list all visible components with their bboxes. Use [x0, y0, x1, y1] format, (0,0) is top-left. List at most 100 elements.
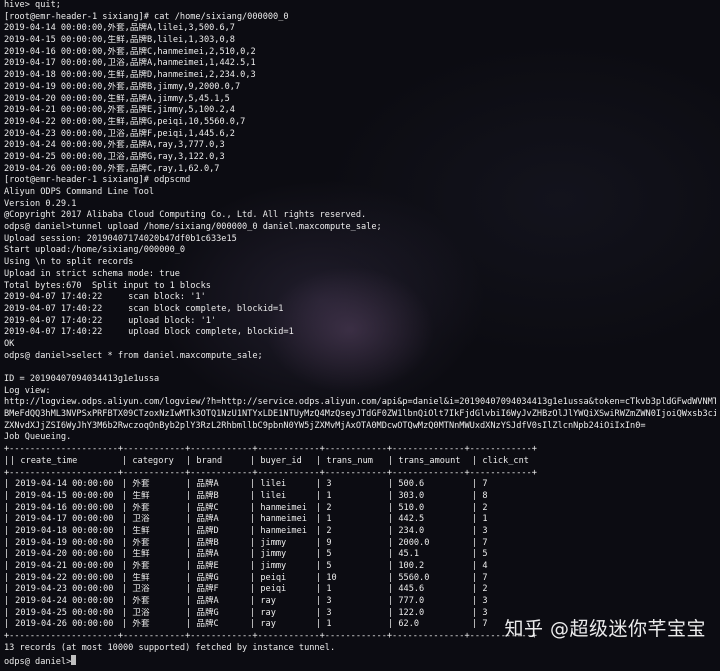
output-line: odps@ daniel>select * from daniel.maxcom…: [4, 350, 263, 361]
table-cell: 2019-04-21 00:00:00: [10, 561, 114, 571]
output-line: odps@ daniel>tunnel upload /home/sixiang…: [4, 222, 382, 233]
table-cell: | 3: [472, 596, 488, 607]
table-row: | 2019-04-20 00:00:00 | 生鲜 | 品牌A | jimmy | 5…: [4, 549, 716, 561]
output-line: @Copyright 2017 Alibaba Cloud Computing …: [4, 210, 367, 221]
table-cell: | hanmeimei: [250, 502, 307, 513]
table-cell: | 5: [472, 549, 488, 560]
table-cell: | jimmy: [250, 561, 287, 571]
table-cell: | 品牌A: [186, 596, 219, 607]
table-cell: | 品牌C: [186, 502, 219, 513]
table-cell: 2019-04-20 00:00:00: [10, 549, 114, 560]
table-cell: | ray: [250, 619, 276, 630]
output-line: OK: [4, 338, 15, 349]
table-cell: | jimmy: [250, 549, 287, 560]
table-cell: | 2: [316, 502, 332, 513]
table-cell: | 3: [316, 479, 332, 490]
table-cell: | 10: [316, 572, 337, 583]
header-click-cnt: | click_cnt: [472, 455, 529, 466]
header-category: | category: [122, 455, 174, 466]
table-cell: | 5: [316, 561, 332, 571]
output-line: Total bytes:670 Split input to 1 blocks: [4, 280, 211, 291]
table-cell: | 45.1: [388, 549, 420, 560]
table-cell: | 品牌C: [186, 619, 219, 630]
output-line: 2019-04-26 00:00:00,外套,品牌C,ray,1,62.0,7: [4, 163, 220, 174]
table-cell: | 3: [472, 525, 488, 536]
table-cell: | 3: [316, 607, 332, 618]
output-line: http://logview.odps.aliyun.com/logview/?…: [4, 397, 716, 408]
table-cell: 2019-04-22 00:00:00: [10, 572, 114, 583]
table-cell: 2019-04-25 00:00:00: [10, 607, 114, 618]
output-line: 13 records (at most 10000 supported) fet…: [4, 642, 336, 653]
table-row: | 2019-04-17 00:00:00 | 卫浴 | 品牌A | hanmeime…: [4, 514, 716, 526]
table-cell: | jimmy: [250, 537, 287, 548]
output-line: 2019-04-07 17:40:22 scan block complete,…: [4, 303, 284, 314]
output-line: 2019-04-19 00:00:00,外套,品牌B,jimmy,9,2000.…: [4, 81, 241, 92]
table-cell: | 卫浴: [122, 607, 150, 618]
output-after-table: 13 records (at most 10000 supported) fet…: [4, 643, 716, 655]
table-cell: | 生鲜: [122, 572, 150, 583]
table-row: | 2019-04-18 00:00:00 | 生鲜 | 品牌D | hanmeime…: [4, 526, 716, 538]
table-cell: | 2000.0: [388, 537, 430, 548]
table-cell: | 品牌B: [186, 490, 219, 501]
terminal-window[interactable]: hive> quit; [root@emr-header-1 sixiang]# …: [0, 0, 720, 671]
table-row: | 2019-04-19 00:00:00 | 外套 | 品牌B | jimmy | 9…: [4, 538, 716, 550]
table-cell: | 生鲜: [122, 525, 150, 536]
table-cell: | 外套: [122, 596, 150, 607]
output-line: 2019-04-14 00:00:00,外套,品牌A,lilei,3,500.6…: [4, 23, 235, 34]
output-line: 2019-04-20 00:00:00,生鲜,品牌A,jimmy,5,45.1,…: [4, 93, 230, 104]
table-cell: 2019-04-15 00:00:00: [10, 490, 114, 501]
table-cell: | ray: [250, 607, 276, 618]
table-row: | 2019-04-22 00:00:00 | 生鲜 | 品牌G | peiqi | 1…: [4, 573, 716, 585]
output-line: Version 0.29.1: [4, 198, 77, 209]
table-cell: | 122.0: [388, 607, 425, 618]
output-line: [root@emr-header-1 sixiang]# cat /home/s…: [4, 11, 289, 22]
table-cell: | 外套: [122, 537, 150, 548]
table-row: | 2019-04-15 00:00:00 | 生鲜 | 品牌B | lilei | 1…: [4, 491, 716, 503]
output-line: 2019-04-07 17:40:22 scan block: '1': [4, 292, 206, 303]
watermark-text: 知乎 @超级迷你芊宝宝: [504, 618, 706, 640]
output-line: Using \n to split records: [4, 257, 134, 268]
table-cell: | 234.0: [388, 525, 425, 536]
table-row: | 2019-04-21 00:00:00 | 外套 | 品牌E | jimmy | 5…: [4, 561, 716, 573]
table-cell: | peiqi: [250, 572, 287, 583]
output-before-table: hive> quit; [root@emr-header-1 sixiang]# …: [4, 0, 716, 444]
output-line: 2019-04-07 17:40:22 upload block: '1': [4, 315, 217, 326]
output-line: [root@emr-header-1 sixiang]# odpscmd: [4, 175, 191, 186]
table-cell: 2019-04-23 00:00:00: [10, 584, 114, 595]
table-border-top: +---------------------+------------+----…: [4, 444, 537, 455]
table-cell: | 3: [316, 596, 332, 607]
table-cell: | 7: [472, 572, 488, 583]
output-line: 2019-04-07 17:40:22 upload block complet…: [4, 327, 294, 338]
table-row: | 2019-04-14 00:00:00 | 外套 | 品牌A | lilei | 3…: [4, 479, 716, 491]
table-header-row: | | create_time | category | brand | buy…: [4, 456, 716, 468]
table-cell: | peiqi: [250, 584, 287, 595]
table-cell: | 8: [472, 490, 488, 501]
table-body: | 2019-04-14 00:00:00 | 外套 | 品牌A | lilei | 3…: [4, 479, 716, 631]
table-cell: | 445.6: [388, 584, 425, 595]
table-row: | 2019-04-16 00:00:00 | 外套 | 品牌C | hanmeime…: [4, 503, 716, 515]
table-cell: | 外套: [122, 619, 150, 630]
output-line: Upload session: 20190407174020b47df0b1c6…: [4, 233, 237, 244]
table-cell: | 100.2: [388, 561, 425, 571]
table-cell: | 品牌D: [186, 525, 219, 536]
table-cell: | hanmeimei: [250, 514, 307, 525]
command-prompt[interactable]: odps@ daniel>: [4, 654, 716, 666]
table-cell: | 7: [472, 537, 488, 548]
table-cell: | 777.0: [388, 596, 425, 607]
table-cell: 2019-04-14 00:00:00: [10, 479, 114, 490]
terminal-output[interactable]: hive> quit; [root@emr-header-1 sixiang]# …: [4, 0, 716, 666]
table-cell: | 1: [316, 619, 332, 630]
table-cell: 2019-04-26 00:00:00: [10, 619, 114, 630]
output-line: ZXNvdXJjZSI6WyJhY3M6b2RwczoqOnByb2plY3Rz…: [4, 420, 646, 431]
output-line: 2019-04-22 00:00:00,生鲜,品牌G,peiqi,10,5560…: [4, 116, 246, 127]
table-cell: | 外套: [122, 479, 150, 490]
table-cell: | 510.0: [388, 502, 425, 513]
output-line: ID = 20190407094034413g1e1ussa: [4, 374, 160, 384]
table-cell: | 品牌G: [186, 607, 219, 618]
table-cell: | 卫浴: [122, 514, 150, 525]
table-cell: | 500.6: [388, 479, 425, 490]
table-cell: | 2: [472, 584, 488, 595]
table-cell: | 品牌A: [186, 479, 219, 490]
table-cell: 2019-04-19 00:00:00: [10, 537, 114, 548]
output-line: 2019-04-24 00:00:00,外套,品牌A,ray,3,777.0,3: [4, 140, 225, 151]
